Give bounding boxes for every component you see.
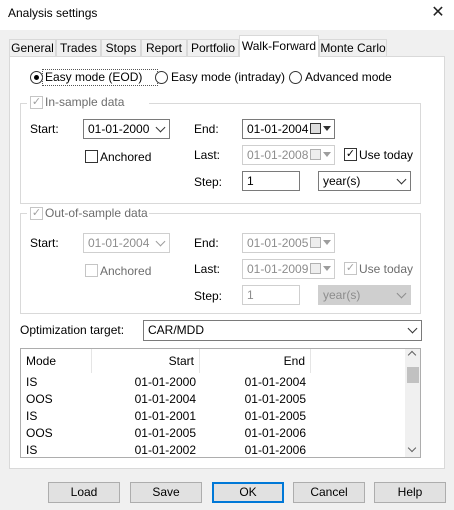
is-end-date[interactable]: 01-01-2004 — [242, 119, 335, 139]
out-of-sample-checkbox[interactable]: ✓ — [30, 207, 43, 220]
easy-eod-label[interactable]: Easy mode (EOD) — [45, 70, 142, 84]
tab-walk-forward[interactable]: Walk-Forward — [239, 35, 319, 57]
tab-general[interactable]: General — [9, 39, 56, 57]
is-end-label: End: — [194, 122, 219, 136]
oos-step-unit: year(s) — [318, 285, 411, 305]
dropdown-arrow-icon[interactable] — [323, 126, 331, 131]
is-last-date: 01-01-2008 — [242, 145, 335, 165]
table-cell-end: 01-01-2005 — [244, 409, 306, 423]
tab-monte-carlo[interactable]: Monte Carlo — [319, 39, 387, 57]
scroll-down-icon[interactable] — [407, 443, 417, 453]
tab-stops[interactable]: Stops — [101, 39, 141, 57]
is-anchored-label: Anchored — [100, 150, 152, 164]
table-scrollbar[interactable] — [405, 349, 420, 457]
tab-report[interactable]: Report — [141, 39, 187, 57]
save-button[interactable]: Save — [130, 482, 202, 503]
table-cell-end: 01-01-2006 — [244, 426, 306, 440]
chevron-down-icon — [407, 323, 418, 334]
scrollbar-thumb[interactable] — [407, 367, 419, 383]
dropdown-arrow-icon — [323, 266, 331, 271]
radio-advanced[interactable] — [289, 71, 302, 84]
calendar-icon[interactable] — [310, 123, 321, 134]
oos-end-label: End: — [194, 236, 219, 250]
oos-anchored-checkbox — [85, 264, 98, 277]
column-header-mode[interactable]: Mode — [21, 349, 92, 373]
is-step-unit[interactable]: year(s) — [318, 171, 411, 191]
oos-step-input: 1 — [242, 285, 300, 305]
oos-use-today-label: Use today — [359, 262, 414, 276]
is-start-date[interactable]: 01-01-2000 — [83, 119, 170, 139]
tab-trades[interactable]: Trades — [56, 39, 101, 57]
calendar-icon — [310, 149, 321, 160]
table-cell-start: 01-01-2004 — [134, 392, 196, 406]
is-use-today-checkbox[interactable]: ✓ — [344, 148, 357, 161]
calendar-icon — [310, 263, 321, 274]
is-start-label: Start: — [30, 122, 59, 136]
chevron-down-icon — [396, 288, 407, 299]
column-header-start[interactable]: Start — [92, 349, 200, 373]
check-icon: ✓ — [345, 262, 356, 274]
walk-forward-table[interactable]: Mode Start End IS 01-01-2000 01-01-2004 … — [20, 348, 421, 458]
tab-portfolio[interactable]: Portfolio — [187, 39, 239, 57]
table-cell-end: 01-01-2006 — [244, 443, 306, 457]
load-button[interactable]: Load — [48, 482, 120, 503]
table-cell-mode: IS — [26, 409, 38, 423]
cancel-button[interactable]: Cancel — [293, 482, 365, 503]
in-sample-checkbox[interactable]: ✓ — [30, 96, 43, 109]
oos-step-label: Step: — [194, 289, 223, 303]
is-step-label: Step: — [194, 175, 223, 189]
oos-last-label: Last: — [194, 262, 221, 276]
check-icon: ✓ — [31, 207, 42, 219]
advanced-label[interactable]: Advanced mode — [305, 70, 392, 84]
table-cell-start: 01-01-2001 — [134, 409, 196, 423]
check-icon: ✓ — [31, 96, 42, 108]
is-use-today-label: Use today — [359, 148, 414, 162]
oos-anchored-label: Anchored — [100, 264, 152, 278]
chevron-down-icon — [155, 122, 166, 133]
calendar-icon — [310, 237, 321, 248]
chevron-down-icon — [396, 174, 407, 185]
table-cell-mode: OOS — [26, 426, 53, 440]
close-icon[interactable]: ✕ — [429, 4, 447, 22]
oos-last-date: 01-01-2009 — [242, 259, 335, 279]
chevron-down-icon — [155, 236, 166, 247]
table-cell-mode: IS — [26, 375, 38, 389]
radio-easy-intraday[interactable] — [155, 71, 168, 84]
easy-intraday-label[interactable]: Easy mode (intraday) — [171, 70, 285, 84]
ok-button[interactable]: OK — [212, 482, 284, 503]
oos-end-date: 01-01-2005 — [242, 233, 335, 253]
in-sample-label: In-sample data — [45, 95, 125, 109]
is-last-label: Last: — [194, 148, 221, 162]
table-cell-start: 01-01-2002 — [134, 443, 196, 457]
optimization-target-label: Optimization target: — [20, 323, 125, 337]
is-anchored-checkbox[interactable] — [85, 150, 98, 163]
table-cell-end: 01-01-2004 — [244, 375, 306, 389]
oos-start-label: Start: — [30, 236, 59, 250]
table-cell-mode: OOS — [26, 392, 53, 406]
help-button[interactable]: Help — [374, 482, 446, 503]
dropdown-arrow-icon — [323, 152, 331, 157]
table-cell-mode: IS — [26, 443, 38, 457]
table-cell-start: 01-01-2005 — [134, 426, 196, 440]
column-header-end[interactable]: End — [200, 349, 311, 373]
out-of-sample-label: Out-of-sample data — [45, 206, 148, 220]
table-cell-start: 01-01-2000 — [134, 375, 196, 389]
dropdown-arrow-icon — [323, 240, 331, 245]
scroll-up-icon[interactable] — [407, 350, 417, 360]
is-step-input[interactable]: 1 — [242, 171, 300, 191]
oos-use-today-checkbox: ✓ — [344, 262, 357, 275]
table-cell-end: 01-01-2005 — [244, 392, 306, 406]
optimization-target-select[interactable]: CAR/MDD — [143, 320, 422, 341]
oos-start-date: 01-01-2004 — [83, 233, 170, 253]
check-icon: ✓ — [345, 148, 356, 160]
window-title: Analysis settings — [8, 6, 98, 20]
